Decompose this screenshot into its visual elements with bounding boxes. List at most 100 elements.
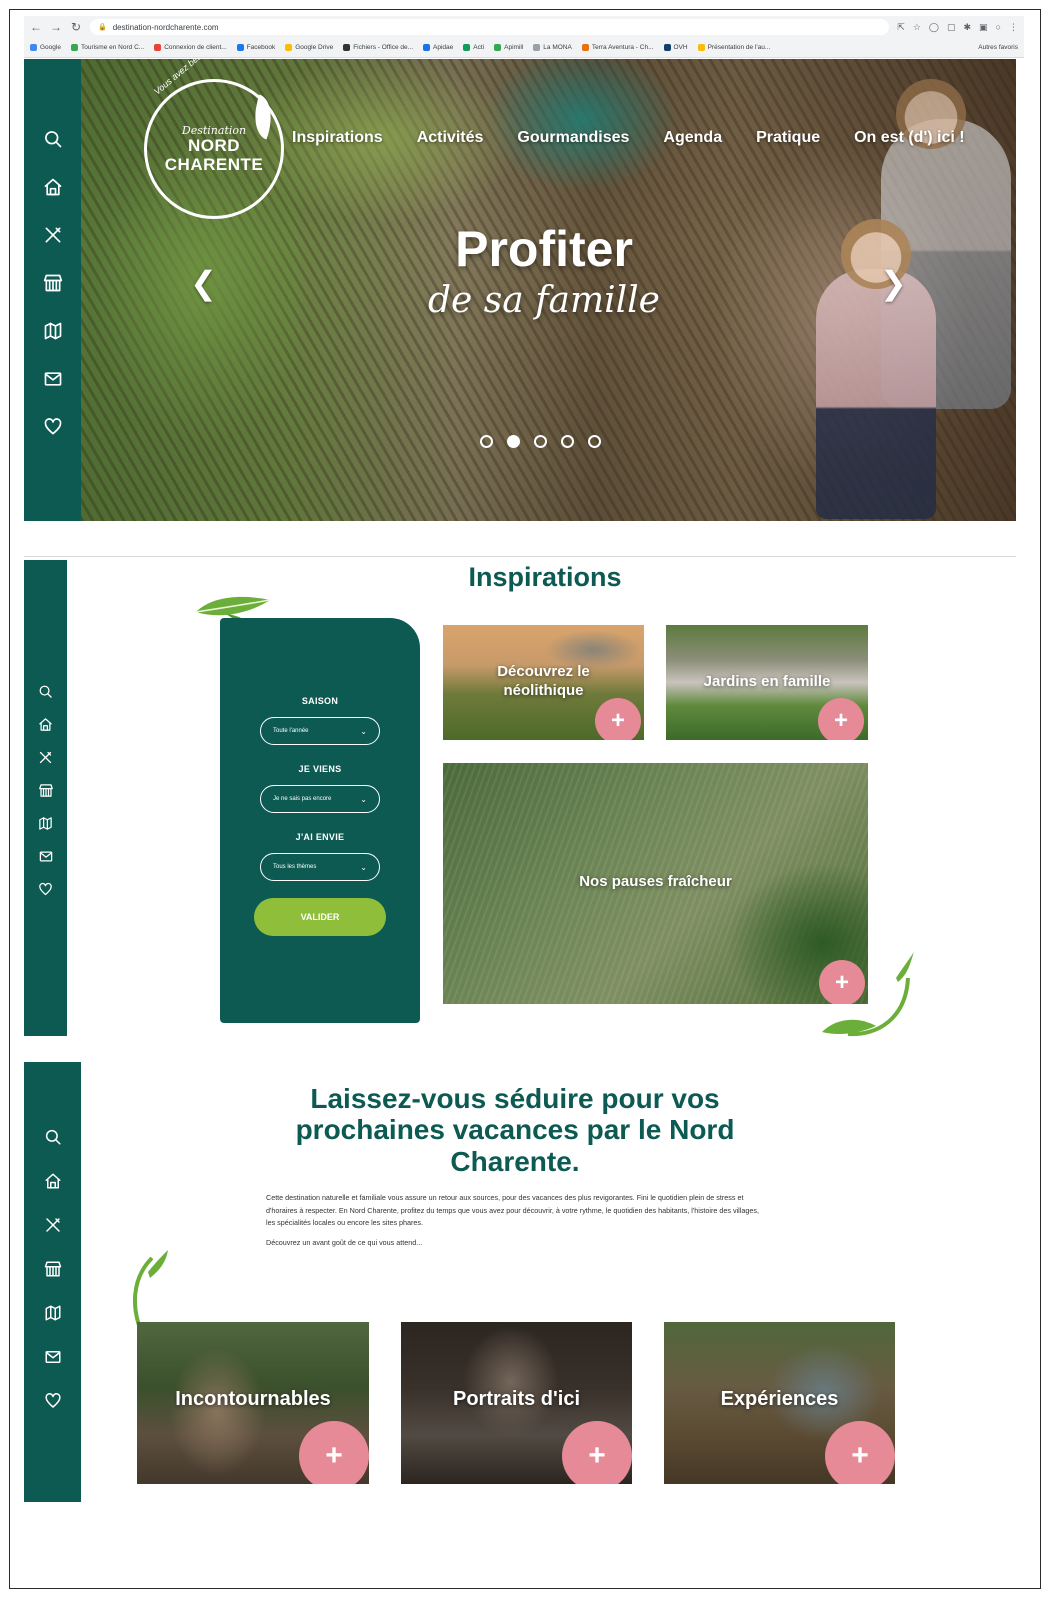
- mail-icon[interactable]: [43, 1348, 63, 1366]
- browser-chrome: ← → ↻ 🔒 destination-nordcharente.com ⇱ ☆…: [24, 16, 1024, 58]
- nav-agenda[interactable]: Agenda: [663, 129, 722, 147]
- viens-value: Je ne sais pas encore: [273, 796, 332, 802]
- plus-icon[interactable]: +: [825, 1421, 895, 1484]
- seduce-title: Laissez-vous séduire pour vos prochaines…: [295, 1083, 735, 1177]
- star-icon[interactable]: ☆: [913, 22, 921, 33]
- forward-icon[interactable]: →: [50, 20, 62, 34]
- bookmark-item[interactable]: Google: [30, 43, 61, 51]
- bookmark-item[interactable]: Présentation de l'au...: [697, 43, 770, 51]
- hero-title: Profiter: [455, 221, 633, 277]
- card-jardins[interactable]: Jardins en famille +: [666, 625, 868, 740]
- chevron-down-icon: ⌄: [360, 862, 367, 872]
- shop-icon[interactable]: [38, 783, 54, 798]
- map-icon[interactable]: [43, 321, 63, 341]
- reload-icon[interactable]: ↻: [70, 20, 82, 34]
- leaf-icon: [822, 952, 914, 1037]
- heart-icon[interactable]: [44, 1392, 62, 1410]
- map-icon[interactable]: [44, 1304, 62, 1322]
- mail-icon[interactable]: [42, 369, 64, 389]
- search-icon[interactable]: [38, 684, 53, 699]
- envie-select[interactable]: Tous les thèmes ⌄: [260, 853, 380, 881]
- home-icon[interactable]: [43, 177, 63, 197]
- inspirations-sidebar: [24, 560, 67, 1036]
- nav-inspirations[interactable]: Inspirations: [292, 129, 383, 147]
- window-icon[interactable]: ▢: [947, 22, 956, 33]
- carousel-next-icon[interactable]: ❯: [880, 264, 907, 302]
- bookmark-icon: [236, 43, 244, 51]
- carousel-dot[interactable]: [507, 435, 520, 448]
- restaurant-icon[interactable]: [43, 225, 63, 245]
- sidepanel-icon[interactable]: ▣: [979, 22, 988, 33]
- other-bookmarks[interactable]: Autres favoris: [978, 44, 1018, 51]
- carousel-dot[interactable]: [588, 435, 601, 448]
- card-neolithique[interactable]: Découvrez le néolithique +: [443, 625, 644, 740]
- nav-activites[interactable]: Activités: [417, 129, 484, 147]
- restaurant-icon[interactable]: [38, 750, 53, 765]
- plus-icon[interactable]: +: [595, 698, 641, 740]
- profile-icon[interactable]: ○: [996, 22, 1001, 33]
- bookmark-item[interactable]: Apidae: [423, 43, 453, 51]
- card-incontournables[interactable]: Incontournables +: [137, 1322, 369, 1484]
- carousel-dot[interactable]: [561, 435, 574, 448]
- nav-pratique[interactable]: Pratique: [756, 129, 820, 147]
- address-bar[interactable]: 🔒 destination-nordcharente.com: [90, 19, 890, 35]
- extension-icon[interactable]: ◯: [929, 22, 939, 33]
- valider-button[interactable]: VALIDER: [254, 898, 386, 936]
- bookmark-item[interactable]: OVH: [663, 43, 688, 51]
- search-icon[interactable]: [44, 1128, 62, 1146]
- menu-icon[interactable]: ⋮: [1009, 22, 1018, 33]
- bookmark-icon: [494, 43, 502, 51]
- bookmark-icon: [581, 43, 589, 51]
- bookmark-item[interactable]: Fichiers - Office de...: [343, 43, 414, 51]
- heart-icon[interactable]: [43, 417, 63, 437]
- puzzle-icon[interactable]: ✱: [964, 22, 972, 33]
- hero-subtitle: de sa famille: [428, 280, 660, 321]
- saison-select[interactable]: Toute l'année ⌄: [260, 717, 380, 745]
- bookmark-label: Apimill: [504, 43, 524, 51]
- section-divider: [24, 556, 1016, 557]
- bookmark-item[interactable]: Google Drive: [285, 43, 334, 51]
- search-icon[interactable]: [43, 129, 63, 149]
- shop-icon[interactable]: [42, 273, 64, 293]
- bookmark-item[interactable]: Acti: [463, 43, 484, 51]
- lock-icon: 🔒: [98, 24, 107, 31]
- mail-icon[interactable]: [38, 849, 54, 864]
- hero-section: Destination NORD CHARENTE Vous avez beso…: [24, 59, 1016, 521]
- card-pauses-fraicheur[interactable]: Nos pauses fraîcheur +: [443, 763, 868, 1004]
- bookmark-item[interactable]: Apimill: [494, 43, 524, 51]
- hero-heading: Profiter de sa famille: [424, 224, 664, 321]
- carousel-dot[interactable]: [480, 435, 493, 448]
- bookmark-item[interactable]: Connexion de client...: [154, 43, 227, 51]
- plus-icon[interactable]: +: [562, 1421, 632, 1484]
- plus-icon[interactable]: +: [299, 1421, 369, 1484]
- url-text: destination-nordcharente.com: [112, 22, 219, 32]
- shop-icon[interactable]: [43, 1260, 63, 1278]
- home-icon[interactable]: [44, 1172, 62, 1190]
- nav-gourmandises[interactable]: Gourmandises: [517, 129, 629, 147]
- bookmark-item[interactable]: Tourisme en Nord C...: [70, 43, 144, 51]
- bookmark-item[interactable]: La MONA: [533, 43, 572, 51]
- map-icon[interactable]: [38, 816, 53, 831]
- bookmark-label: Fichiers - Office de...: [353, 43, 414, 51]
- viens-select[interactable]: Je ne sais pas encore ⌄: [260, 785, 380, 813]
- bookmark-icon: [697, 43, 705, 51]
- card-portraits[interactable]: Portraits d'ici +: [401, 1322, 632, 1484]
- card-experiences[interactable]: Expériences +: [664, 1322, 895, 1484]
- plus-icon[interactable]: +: [818, 698, 864, 740]
- carousel-dot[interactable]: [534, 435, 547, 448]
- inspirations-title: Inspirations: [468, 562, 622, 592]
- carousel-prev-icon[interactable]: ❮: [190, 264, 217, 302]
- bookmark-item[interactable]: Terra Aventura - Ch...: [581, 43, 654, 51]
- share-icon[interactable]: ⇱: [897, 22, 905, 33]
- back-icon[interactable]: ←: [30, 20, 42, 34]
- restaurant-icon[interactable]: [44, 1216, 62, 1234]
- nav-on-est-ici[interactable]: On est (d') ici !: [854, 129, 964, 147]
- envie-label: J'AI ENVIE: [295, 832, 345, 842]
- bookmark-label: Google Drive: [295, 43, 334, 51]
- viens-label: JE VIENS: [298, 764, 342, 774]
- heart-icon[interactable]: [38, 882, 53, 897]
- home-icon[interactable]: [38, 717, 53, 732]
- bookmark-icon: [30, 43, 37, 51]
- bookmark-item[interactable]: Facebook: [236, 43, 275, 51]
- saison-value: Toute l'année: [273, 728, 309, 734]
